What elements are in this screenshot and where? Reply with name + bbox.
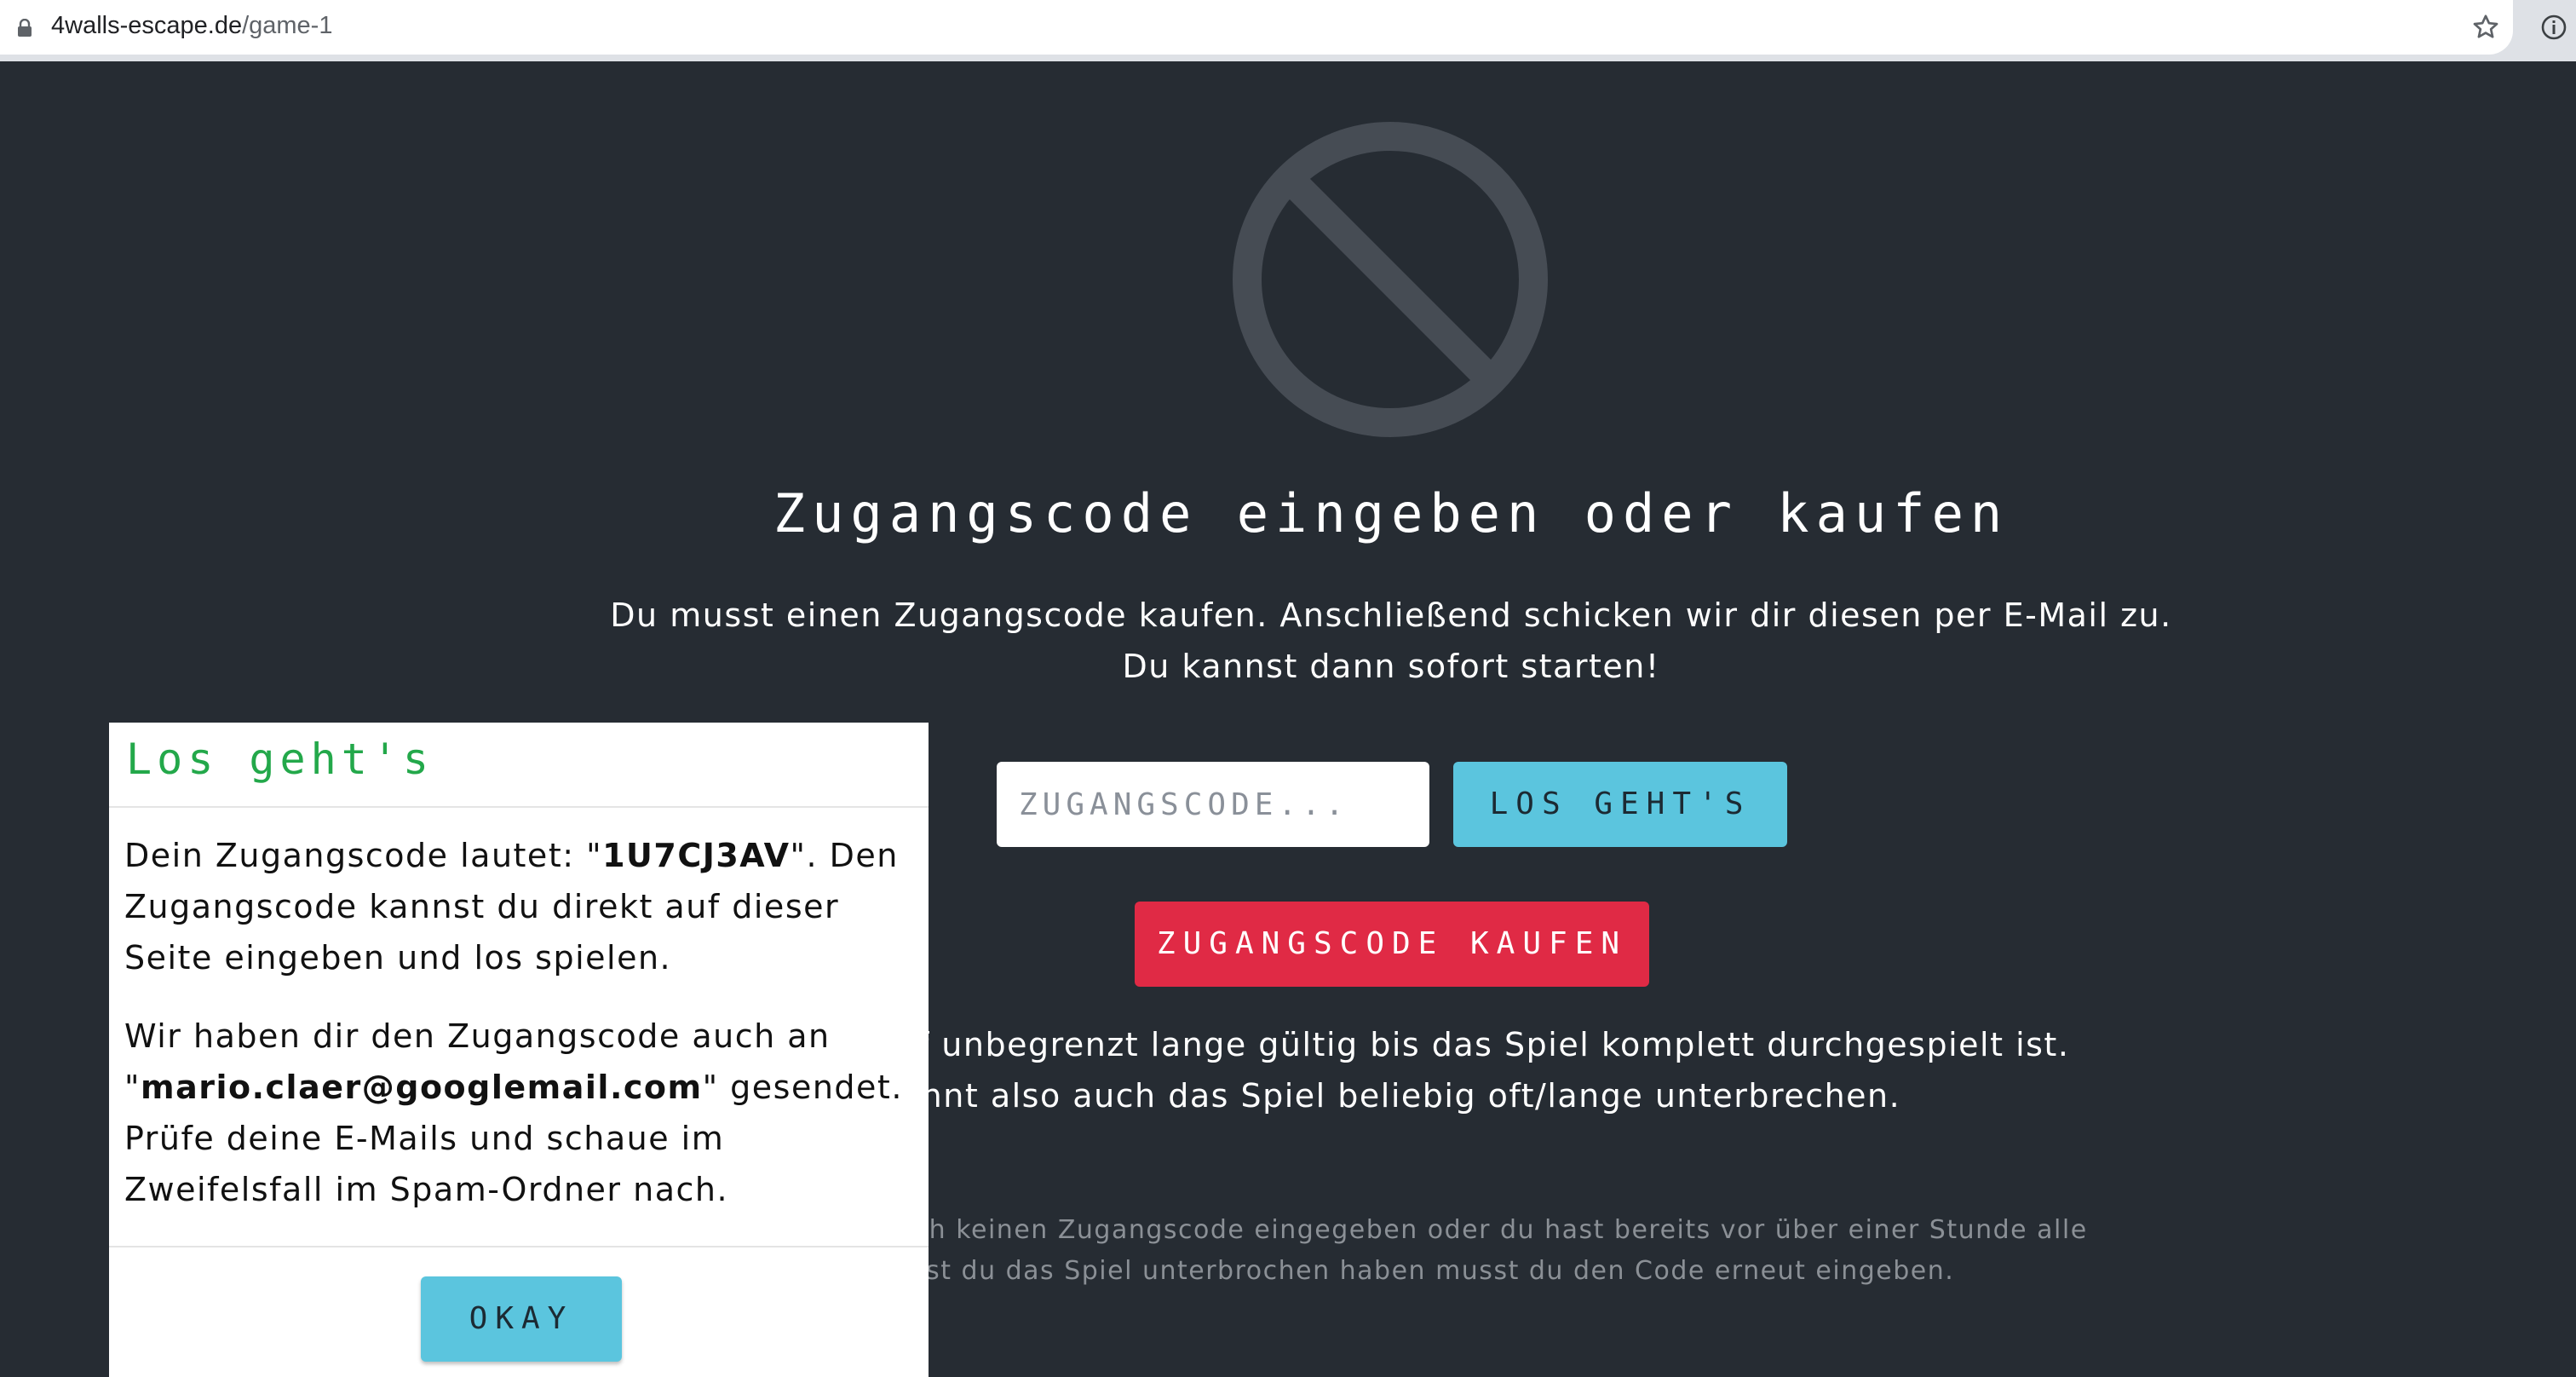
intro-text: Du musst einen Zugangscode kaufen. Ansch…	[0, 590, 2576, 692]
modal-title: Los geht's	[126, 735, 434, 784]
email-address: mario.claer@googlemail.com	[140, 1069, 703, 1106]
buy-code-button[interactable]: ZUGANGSCODE KAUFEN	[1135, 902, 1649, 987]
block-icon	[1233, 122, 1548, 437]
start-game-button[interactable]: LOS GEHT'S	[1453, 762, 1787, 847]
info-icon[interactable]	[2540, 14, 2567, 41]
url-path: /game-1	[242, 12, 333, 39]
url-domain: 4walls-escape.de	[51, 12, 243, 39]
url-text[interactable]: 4walls-escape.de/game-1	[51, 12, 332, 40]
access-code-value: 1U7CJ3AV	[602, 837, 791, 874]
access-code-input[interactable]	[997, 762, 1429, 847]
modal-divider	[109, 1246, 929, 1247]
modal-email-paragraph: Wir haben dir den Zugangscode auch an "m…	[124, 1011, 908, 1215]
browser-toolbar: 4walls-escape.de/game-1	[0, 0, 2576, 61]
modal-divider	[109, 806, 929, 808]
lock-icon[interactable]	[17, 19, 32, 37]
modal-code-paragraph: Dein Zugangscode lautet: "1U7CJ3AV". Den…	[124, 830, 908, 983]
address-bar[interactable]: 4walls-escape.de/game-1	[0, 0, 2513, 55]
page-content: Zugangscode eingeben oder kaufen Du muss…	[0, 61, 2576, 1377]
access-code-modal: Los geht's Dein Zugangscode lautet: "1U7…	[109, 723, 929, 1377]
intro-line-1: Du musst einen Zugangscode kaufen. Ansch…	[610, 596, 2172, 634]
star-icon[interactable]	[2470, 12, 2501, 43]
modal-body: Dein Zugangscode lautet: "1U7CJ3AV". Den…	[124, 830, 908, 1215]
intro-line-2: Du kannst dann sofort starten!	[1122, 648, 1660, 685]
page-title: Zugangscode eingeben oder kaufen	[773, 482, 2010, 544]
modal-text: Dein Zugangscode lautet: "	[124, 837, 603, 874]
okay-button[interactable]: OKAY	[421, 1276, 622, 1362]
